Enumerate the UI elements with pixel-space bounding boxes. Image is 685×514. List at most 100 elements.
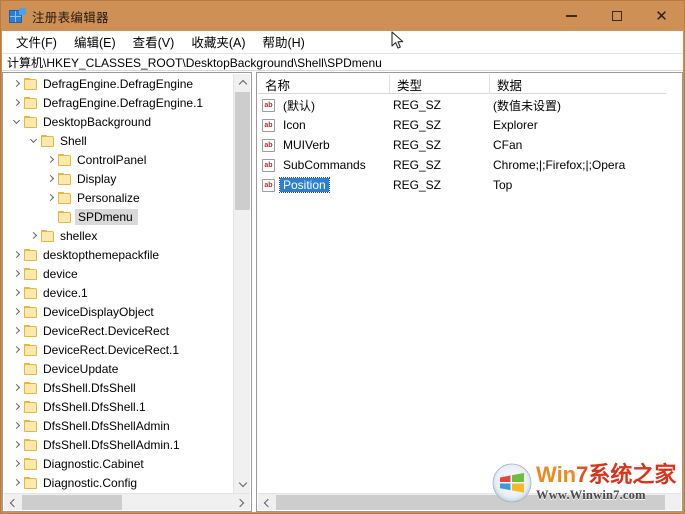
- values-scroll-left-icon[interactable]: [258, 494, 275, 511]
- chevron-right-icon[interactable]: [25, 226, 41, 245]
- tree-item-shellex[interactable]: shellex: [4, 226, 234, 245]
- chevron-down-icon[interactable]: [8, 112, 24, 131]
- menu-favorites[interactable]: 收藏夹(A): [183, 30, 254, 53]
- tree-horizontal-scrollbar[interactable]: [4, 493, 250, 510]
- tree-vscroll-thumb[interactable]: [235, 92, 250, 210]
- chevron-right-icon[interactable]: [8, 264, 24, 283]
- values-horizontal-scrollbar[interactable]: [258, 493, 681, 510]
- value-name-label: MUIVerb: [283, 138, 330, 152]
- folder-icon: [24, 77, 38, 90]
- chevron-right-icon[interactable]: [8, 397, 24, 416]
- registry-tree[interactable]: DefragEngine.DefragEngine DefragEngine.De…: [4, 74, 234, 494]
- tree-item-dfsshell-dfsshell[interactable]: DfsShell.DfsShell: [4, 378, 234, 397]
- tree-scroll-up-icon[interactable]: [234, 74, 251, 91]
- folder-icon: [58, 210, 72, 223]
- tree-item-dfsshell-dfsshelladmin-1[interactable]: DfsShell.DfsShellAdmin.1: [4, 435, 234, 454]
- string-value-icon: ab: [262, 98, 275, 112]
- chevron-right-icon[interactable]: [42, 169, 58, 188]
- tree-item-label: DfsShell.DfsShellAdmin.1: [43, 437, 180, 452]
- split-panes: DefragEngine.DefragEngine DefragEngine.De…: [2, 72, 683, 512]
- chevron-right-icon[interactable]: [42, 188, 58, 207]
- chevron-right-icon[interactable]: [8, 454, 24, 473]
- chevron-right-icon[interactable]: [8, 340, 24, 359]
- folder-icon: [24, 400, 38, 413]
- folder-icon: [24, 96, 38, 109]
- tree-item-desktopthemepackfile[interactable]: desktopthemepackfile: [4, 245, 234, 264]
- menu-file[interactable]: 文件(F): [8, 30, 66, 53]
- chevron-right-icon[interactable]: [8, 473, 24, 492]
- chevron-right-icon[interactable]: [8, 302, 24, 321]
- value-name-cell: ab SubCommands: [258, 158, 390, 172]
- chevron-right-icon[interactable]: [8, 416, 24, 435]
- column-header-data[interactable]: 数据: [490, 74, 666, 94]
- tree-item-dfsshell-dfsshelladmin[interactable]: DfsShell.DfsShellAdmin: [4, 416, 234, 435]
- tree-item-label: DfsShell.DfsShellAdmin: [43, 418, 170, 433]
- tree-leaf-marker: [42, 207, 58, 226]
- tree-item-label: DefragEngine.DefragEngine: [43, 76, 194, 91]
- tree-item-defragengine-defragengine[interactable]: DefragEngine.DefragEngine: [4, 74, 234, 93]
- table-row[interactable]: ab Position REG_SZ Top: [258, 175, 666, 195]
- folder-icon: [24, 362, 38, 375]
- chevron-right-icon[interactable]: [8, 245, 24, 264]
- table-row[interactable]: ab SubCommands REG_SZ Chrome;|;Firefox;|;Op…: [258, 155, 666, 175]
- tree-scroll-down-icon[interactable]: [234, 476, 251, 493]
- folder-icon: [24, 419, 38, 432]
- tree-item-deviceupdate[interactable]: DeviceUpdate: [4, 359, 234, 378]
- tree-item-label: DfsShell.DfsShell.1: [43, 399, 146, 414]
- column-header-name[interactable]: 名称: [258, 74, 390, 94]
- minimize-button[interactable]: [549, 1, 594, 31]
- tree-scroll-right-icon[interactable]: [233, 494, 250, 511]
- menu-help[interactable]: 帮助(H): [254, 30, 313, 53]
- tree-item-display[interactable]: Display: [4, 169, 234, 188]
- table-row[interactable]: ab Icon REG_SZ Explorer: [258, 115, 666, 135]
- tree-item-shell[interactable]: Shell: [4, 131, 234, 150]
- values-list[interactable]: ab (默认) REG_SZ (数值未设置) ab Icon REG_SZ Explorer a…: [258, 95, 666, 195]
- tree-item-dfsshell-dfsshell-1[interactable]: DfsShell.DfsShell.1: [4, 397, 234, 416]
- tree-vertical-scrollbar[interactable]: [233, 74, 250, 493]
- tree-item-label: DeviceRect.DeviceRect.1: [43, 342, 180, 357]
- chevron-right-icon[interactable]: [42, 150, 58, 169]
- tree-item-devicedisplayobject[interactable]: DeviceDisplayObject: [4, 302, 234, 321]
- tree-item-defragengine-defragengine-1[interactable]: DefragEngine.DefragEngine.1: [4, 93, 234, 112]
- tree-item-device-1[interactable]: device.1: [4, 283, 234, 302]
- tree-item-label: DeviceRect.DeviceRect: [43, 323, 170, 338]
- chevron-right-icon[interactable]: [8, 93, 24, 112]
- values-hscroll-thumb[interactable]: [276, 495, 665, 510]
- tree-item-device[interactable]: device: [4, 264, 234, 283]
- values-frame: 名称 类型 数据 ab (默认) REG_SZ (数值未设置) ab Icon REG_SZ…: [256, 72, 683, 512]
- tree-item-controlpanel[interactable]: ControlPanel: [4, 150, 234, 169]
- tree-item-label: Personalize: [77, 190, 140, 205]
- folder-icon: [41, 134, 55, 147]
- table-row[interactable]: ab (默认) REG_SZ (数值未设置): [258, 95, 666, 115]
- tree-hscroll-thumb[interactable]: [22, 495, 122, 510]
- close-button[interactable]: ✕: [639, 1, 684, 31]
- value-name-label: (默认): [283, 98, 315, 113]
- tree-item-devicerect-devicerect[interactable]: DeviceRect.DeviceRect: [4, 321, 234, 340]
- tree-item-diagnostic-config[interactable]: Diagnostic.Config: [4, 473, 234, 492]
- tree-item-spdmenu[interactable]: SPDmenu: [4, 207, 234, 226]
- maximize-button[interactable]: [594, 1, 639, 31]
- chevron-right-icon[interactable]: [8, 378, 24, 397]
- chevron-right-icon[interactable]: [8, 321, 24, 340]
- window-title: 注册表编辑器: [32, 10, 109, 25]
- chevron-right-icon[interactable]: [8, 283, 24, 302]
- tree-item-diagnostic-cabinet[interactable]: Diagnostic.Cabinet: [4, 454, 234, 473]
- chevron-right-icon[interactable]: [8, 435, 24, 454]
- address-bar[interactable]: 计算机\HKEY_CLASSES_ROOT\DesktopBackground\…: [2, 53, 683, 71]
- tree-item-desktopbackground[interactable]: DesktopBackground: [4, 112, 234, 131]
- tree-item-personalize[interactable]: Personalize: [4, 188, 234, 207]
- tree-leaf-marker: [8, 359, 24, 378]
- tree-pane: DefragEngine.DefragEngine DefragEngine.De…: [2, 72, 252, 512]
- table-row[interactable]: ab MUIVerb REG_SZ CFan: [258, 135, 666, 155]
- tree-scroll-left-icon[interactable]: [4, 494, 21, 511]
- chevron-down-icon[interactable]: [25, 131, 41, 150]
- string-value-icon: ab: [262, 138, 275, 152]
- tree-item-devicerect-devicerect-1[interactable]: DeviceRect.DeviceRect.1: [4, 340, 234, 359]
- menu-edit[interactable]: 编辑(E): [66, 30, 125, 53]
- column-header-type[interactable]: 类型: [390, 74, 490, 94]
- menu-view[interactable]: 查看(V): [125, 30, 184, 53]
- folder-icon: [24, 267, 38, 280]
- title-bar[interactable]: 注册表编辑器 ✕: [1, 1, 684, 31]
- chevron-right-icon[interactable]: [8, 74, 24, 93]
